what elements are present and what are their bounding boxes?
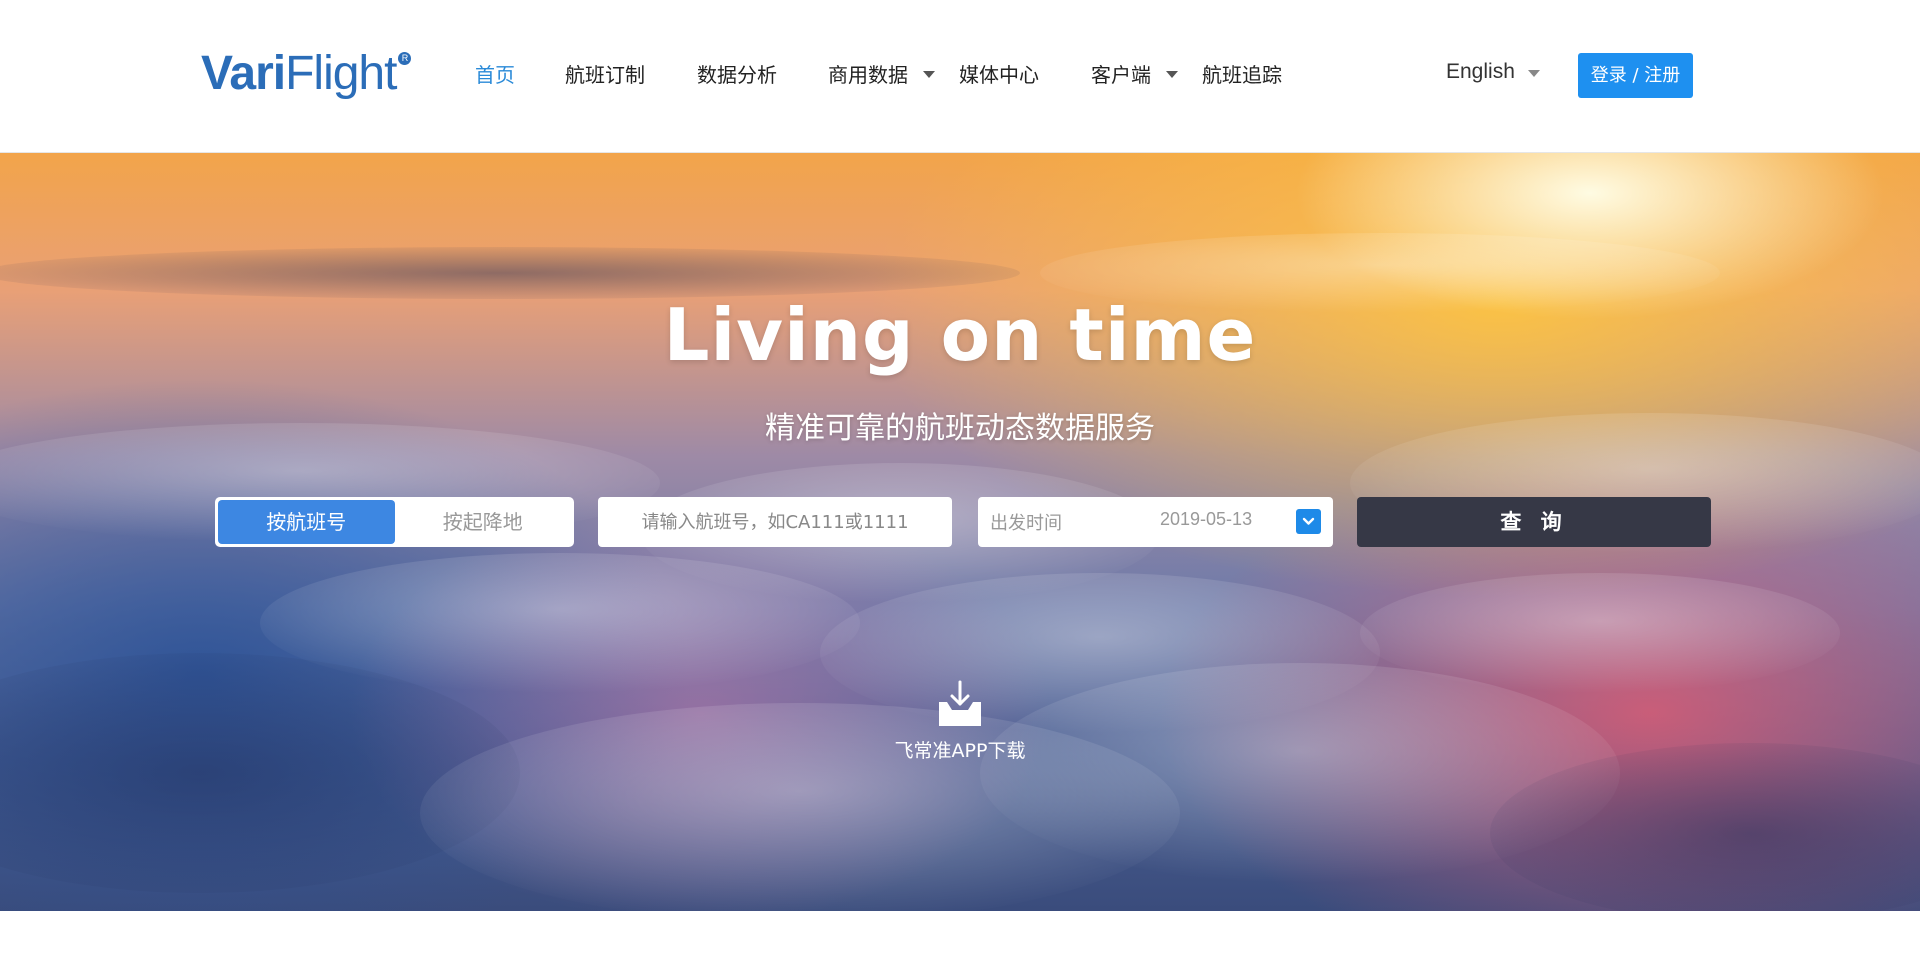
- nav-item-data-analysis[interactable]: 数据分析: [697, 62, 777, 88]
- site-header: Vari Flight R 首页 航班订制 数据分析 商用数据 媒体中心 客户端…: [0, 0, 1920, 153]
- calendar-dropdown-icon[interactable]: [1296, 509, 1321, 534]
- language-selector[interactable]: English: [1446, 60, 1515, 84]
- registered-mark-icon: R: [398, 52, 412, 65]
- download-tray-icon: [932, 680, 988, 730]
- nav-item-client[interactable]: 客户端: [1091, 62, 1151, 88]
- variflight-logo[interactable]: Vari Flight R: [201, 46, 412, 102]
- search-mode-toggle: 按航班号 按起降地: [215, 497, 574, 547]
- app-download-label: 飞常准APP下载: [894, 740, 1026, 762]
- hero-subtitle: 精准可靠的航班动态数据服务: [765, 411, 1155, 446]
- flight-number-input[interactable]: [598, 497, 952, 547]
- hero-banner: Living on time 精准可靠的航班动态数据服务 按航班号 按起降地 出…: [0, 153, 1920, 911]
- date-value[interactable]: 2019-05-13: [1160, 509, 1252, 530]
- search-button[interactable]: 查 询: [1357, 497, 1711, 547]
- date-label: 出发时间: [990, 513, 1062, 534]
- chevron-down-icon[interactable]: [1528, 70, 1540, 77]
- login-register-button[interactable]: 登录 / 注册: [1578, 53, 1693, 98]
- nav-item-commercial-data[interactable]: 商用数据: [828, 62, 908, 88]
- nav-item-media-center[interactable]: 媒体中心: [959, 62, 1039, 88]
- chevron-down-icon[interactable]: [923, 71, 935, 78]
- hero-title: Living on time: [663, 293, 1257, 377]
- nav-item-flight-subscribe[interactable]: 航班订制: [565, 62, 645, 88]
- mode-by-flight-number[interactable]: 按航班号: [218, 500, 395, 544]
- mode-by-route[interactable]: 按起降地: [395, 500, 572, 544]
- departure-date-picker[interactable]: 出发时间 2019-05-13: [978, 497, 1333, 547]
- app-download-link[interactable]: 飞常准APP下载: [880, 680, 1040, 763]
- chevron-down-icon[interactable]: [1166, 71, 1178, 78]
- logo-text-flight: Flight: [285, 47, 397, 100]
- language-label: English: [1446, 60, 1515, 83]
- logo-text-vari: Vari: [201, 47, 286, 100]
- nav-item-home[interactable]: 首页: [475, 62, 515, 88]
- nav-item-flight-tracking[interactable]: 航班追踪: [1202, 62, 1282, 88]
